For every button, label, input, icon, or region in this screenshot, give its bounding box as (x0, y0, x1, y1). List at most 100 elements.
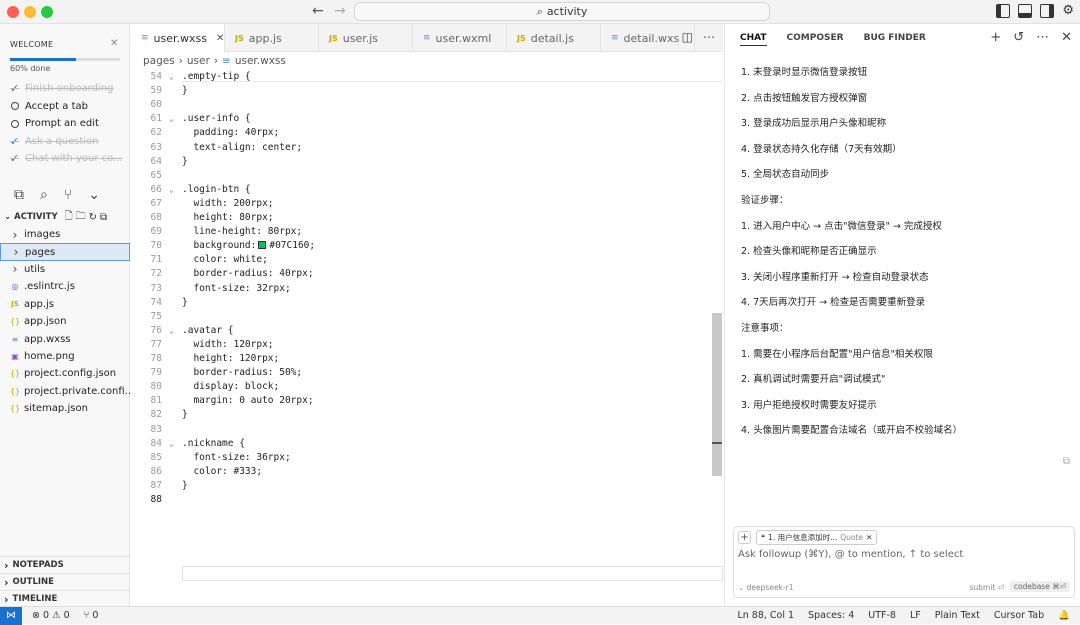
chevron-down-icon[interactable]: ⌄ (88, 187, 100, 203)
command-search-box[interactable]: ⌕ activity (354, 2, 770, 21)
code-line[interactable]: 84 ⌄ .nickname { (131, 437, 723, 451)
chevron-down-icon[interactable]: ⌄ (169, 437, 174, 451)
tree-item[interactable]: {} project.private.confi... (0, 383, 130, 400)
tree-item[interactable]: › utils (0, 261, 130, 278)
code-line[interactable]: 79 border-radius: 50%; (131, 366, 723, 380)
code-line[interactable]: 65 (131, 169, 723, 183)
collapse-all-icon[interactable]: ⧉ (100, 212, 107, 223)
sidebar-section-outline[interactable]: › OUTLINE (0, 573, 130, 590)
ports-indicator[interactable]: ⑂ 0 (84, 610, 99, 621)
toggle-secondary-sidebar-icon[interactable] (1040, 4, 1055, 18)
toggle-sidebar-icon[interactable] (996, 4, 1011, 18)
tree-item[interactable]: ▣ home.png (0, 348, 130, 365)
code-line[interactable]: 75 (131, 310, 723, 324)
breadcrumb-item[interactable]: user (187, 55, 210, 67)
code-line[interactable]: 70 background: #07C160; (131, 239, 723, 253)
code-line[interactable]: 82} (131, 408, 723, 422)
code-line[interactable]: 59} (131, 84, 723, 98)
more-icon[interactable]: ⋯ (703, 30, 715, 44)
more-icon[interactable]: ⋯ (1036, 30, 1049, 45)
sidebar-section-timeline[interactable]: › TIMELINE (0, 590, 130, 607)
code-line[interactable]: 67 width: 200rpx; (131, 197, 723, 211)
code-line[interactable]: 85 font-size: 36rpx; (131, 451, 723, 465)
code-line[interactable]: 77 width: 120rpx; (131, 338, 723, 352)
tab-user-wxml[interactable]: ≡ user.wxml (413, 24, 507, 52)
code-line[interactable]: 86 color: #333; (131, 465, 723, 479)
gear-icon[interactable]: ⚙ (1062, 4, 1074, 18)
tree-item[interactable]: ◎ .eslintrc.js (0, 278, 130, 295)
onboarding-task[interactable]: ✓ Finish onboarding (10, 80, 128, 98)
toggle-panel-icon[interactable] (1018, 4, 1033, 18)
close-icon[interactable]: ✕ (216, 33, 224, 44)
code-line[interactable]: 64} (131, 155, 723, 169)
add-context-button[interactable]: + (738, 531, 751, 544)
tab-user-wxss[interactable]: ≡ user.wxss ✕ (131, 24, 225, 52)
tree-item[interactable]: {} sitemap.json (0, 400, 130, 417)
close-icon[interactable]: ✕ (110, 38, 118, 49)
codebase-button[interactable]: codebase ⌘⏎ (1009, 581, 1070, 592)
tab-app-js[interactable]: JS app.js (225, 24, 319, 52)
files-icon[interactable]: ⧉ (14, 187, 24, 203)
code-line[interactable]: 88 (131, 493, 723, 507)
editor-scrollbar-thumb[interactable] (712, 313, 722, 476)
chevron-down-icon[interactable]: ⌄ (169, 70, 174, 84)
tree-item[interactable]: ≡ app.wxss (0, 330, 130, 347)
tree-item[interactable]: JS app.js (0, 296, 130, 313)
chevron-down-icon[interactable]: ⌄ (169, 112, 174, 126)
color-swatch[interactable] (258, 241, 267, 250)
end-of-line[interactable]: LF (910, 610, 921, 621)
bell-icon[interactable]: 🔔 (1058, 610, 1070, 621)
close-window-button[interactable] (7, 6, 19, 18)
tab-chat[interactable]: CHAT (740, 33, 767, 46)
close-icon[interactable]: ✕ (866, 533, 872, 542)
new-chat-icon[interactable]: + (990, 30, 1001, 45)
tab-composer[interactable]: COMPOSER (787, 33, 844, 46)
close-icon[interactable]: ✕ (1061, 30, 1072, 45)
code-line[interactable]: 80 display: block; (131, 380, 723, 394)
split-editor-icon[interactable]: ◫ (682, 30, 693, 44)
code-line[interactable]: 66 ⌄ .login-btn { (131, 183, 723, 197)
tab-mode[interactable]: Cursor Tab (994, 610, 1044, 621)
sidebar-section-notepads[interactable]: › NOTEPADS (0, 556, 130, 573)
back-arrow-icon[interactable]: ← (312, 3, 324, 19)
code-line[interactable]: 87} (131, 479, 723, 493)
zoom-window-button[interactable] (41, 6, 53, 18)
code-line[interactable]: 68 height: 80rpx; (131, 211, 723, 225)
copy-icon[interactable]: ⧉ (1063, 456, 1070, 467)
problems-indicator[interactable]: ⊗ 0 ⚠ 0 (32, 610, 70, 621)
refresh-icon[interactable]: ↻ (89, 212, 97, 223)
onboarding-task[interactable]: ✓ Ask a question (10, 133, 128, 151)
chevron-down-icon[interactable]: ⌄ (169, 183, 174, 197)
code-line[interactable]: 81 margin: 0 auto 20rpx; (131, 394, 723, 408)
source-control-icon[interactable]: ⑂ (64, 187, 72, 203)
chat-input[interactable]: Ask followup (⌘Y), @ to mention, ↑ to se… (738, 549, 963, 560)
cursor-position[interactable]: Ln 88, Col 1 (737, 610, 794, 621)
minimize-window-button[interactable] (24, 6, 36, 18)
tree-item[interactable]: {} project.config.json (0, 365, 130, 382)
breadcrumb-item[interactable]: pages (143, 55, 175, 67)
encoding[interactable]: UTF-8 (868, 610, 896, 621)
tab-user-js[interactable]: JS user.js (319, 24, 413, 52)
language-mode[interactable]: Plain Text (935, 610, 980, 621)
code-line[interactable]: 72 border-radius: 40rpx; (131, 267, 723, 281)
search-icon[interactable]: ⌕ (40, 187, 48, 203)
code-line[interactable]: 69 line-height: 80rpx; (131, 225, 723, 239)
remote-icon[interactable]: ⋈ (0, 607, 22, 625)
onboarding-task[interactable]: ✓ Chat with your co... (10, 150, 128, 168)
tab-detail-js[interactable]: JS detail.js (507, 24, 601, 52)
tree-item[interactable]: {} app.json (0, 313, 130, 330)
code-line[interactable]: 61 ⌄ .user-info { (131, 112, 723, 126)
forward-arrow-icon[interactable]: → (334, 3, 346, 19)
breadcrumb-item[interactable]: user.wxss (235, 55, 286, 67)
onboarding-task[interactable]: Accept a tab (10, 98, 128, 116)
history-icon[interactable]: ↺ (1013, 30, 1024, 45)
submit-button[interactable]: submit ⏎ (970, 583, 1004, 592)
quote-chip[interactable]: ❝ 1. 用户信息添加时... Quote ✕ (756, 530, 878, 545)
code-line[interactable]: 54 ⌄ .empty-tip { (131, 70, 723, 84)
code-editor[interactable]: 54 ⌄ .empty-tip {59} 60 61 ⌄ .user-info {62 pa… (131, 70, 723, 606)
tree-item[interactable]: › pages (0, 243, 130, 261)
chat-composer[interactable]: + ❝ 1. 用户信息添加时... Quote ✕ Ask followup (… (733, 526, 1075, 598)
code-line[interactable]: 62 padding: 40rpx; (131, 126, 723, 140)
code-line[interactable]: 74} (131, 296, 723, 310)
new-folder-icon[interactable]: 🗀 (76, 209, 86, 226)
